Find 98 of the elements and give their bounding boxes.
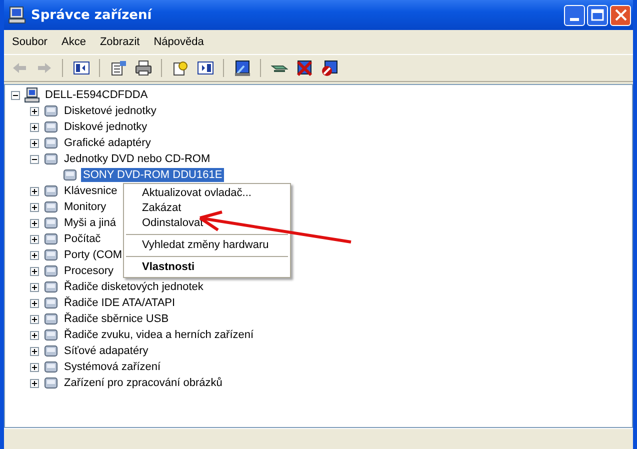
window-title: Správce zařízení <box>31 8 152 22</box>
menu-item[interactable]: Akce <box>55 34 94 50</box>
device-icon <box>43 103 59 119</box>
menu-item[interactable]: Vlastnosti <box>124 260 290 275</box>
plus-icon <box>30 250 39 260</box>
tree-item[interactable]: Grafické adaptéry <box>62 136 153 150</box>
expand-toggle[interactable] <box>30 314 39 324</box>
plus-icon <box>30 298 39 308</box>
expand-toggle[interactable] <box>30 234 39 244</box>
device-icon <box>43 183 59 199</box>
plus-icon <box>30 202 39 212</box>
expand-toggle[interactable] <box>30 106 39 116</box>
expand-toggle[interactable] <box>30 346 39 356</box>
expand-toggle[interactable] <box>30 218 39 228</box>
device-icon <box>43 247 59 263</box>
tree-item[interactable]: Řadiče disketových jednotek <box>62 280 206 294</box>
plus-icon <box>30 266 39 276</box>
device-icon <box>62 167 78 183</box>
minus-icon <box>11 90 20 100</box>
plus-icon <box>30 378 39 388</box>
menu-item[interactable]: Zakázat <box>124 201 290 216</box>
menu-item[interactable]: Soubor <box>6 34 56 50</box>
tree-item[interactable]: Systémová zařízení <box>62 360 163 374</box>
device-icon <box>43 343 59 359</box>
cross-icon <box>296 60 312 76</box>
tree-item[interactable]: Řadiče IDE ATA/ATAPI <box>62 296 178 310</box>
tree-item[interactable]: Klávesnice <box>62 184 120 198</box>
tree-item[interactable]: Počítač <box>62 232 103 246</box>
expand-toggle[interactable] <box>30 138 39 148</box>
maximize-button[interactable] <box>587 4 608 26</box>
tree-item[interactable]: Jednotky DVD nebo CD-ROM <box>62 152 212 166</box>
expand-toggle[interactable] <box>30 282 39 292</box>
tree-item[interactable]: Řadiče sběrnice USB <box>62 312 171 326</box>
expand-toggle[interactable] <box>30 362 39 372</box>
device-icon <box>43 231 59 247</box>
device-icon <box>43 199 59 215</box>
plus-icon <box>30 186 39 196</box>
device-icon <box>43 135 59 151</box>
device-icon <box>43 327 59 343</box>
plus-icon <box>30 218 39 228</box>
tree-item[interactable]: Síťové adapatéry <box>62 344 150 358</box>
plus-icon <box>30 122 39 132</box>
plus-icon <box>30 138 39 148</box>
plus-icon <box>30 314 39 324</box>
device-icon <box>43 119 59 135</box>
minimize-button[interactable] <box>564 4 585 26</box>
tree-item[interactable]: SONY DVD-ROM DDU161E <box>81 168 224 182</box>
collapse-toggle[interactable] <box>30 154 39 164</box>
expand-toggle[interactable] <box>30 266 39 276</box>
minimize-icon <box>570 18 579 20</box>
expand-toggle[interactable] <box>30 330 39 340</box>
plus-icon <box>30 346 39 356</box>
tree-item[interactable]: Řadiče zvuku, videa a herních zařízení <box>62 328 256 342</box>
plus-icon <box>30 106 39 116</box>
tree-item[interactable]: Diskové jednotky <box>62 120 150 134</box>
device-icon <box>43 151 59 167</box>
device-icon <box>43 215 59 231</box>
device-icon <box>43 311 59 327</box>
printer-icon <box>134 60 152 76</box>
device-icon <box>43 279 59 295</box>
device-icon <box>43 359 59 375</box>
maximize-icon <box>591 9 604 21</box>
expand-toggle[interactable] <box>30 122 39 132</box>
panel-icon <box>72 60 90 76</box>
device-icon <box>43 263 59 279</box>
expand-toggle[interactable] <box>30 378 39 388</box>
tree-item[interactable]: Zařízení pro zpracování obrázků <box>62 376 224 390</box>
menu-item[interactable]: Vyhledat změny hardwaru <box>124 238 290 253</box>
close-icon <box>614 9 626 21</box>
expand-toggle[interactable] <box>30 298 39 308</box>
tree-item[interactable]: Disketové jednotky <box>62 104 158 118</box>
tree-item[interactable]: Procesory <box>62 264 116 278</box>
minus-icon <box>30 154 39 164</box>
tree-item[interactable]: Myši a jiná <box>62 216 118 230</box>
device-icon <box>43 375 59 391</box>
tree-item[interactable]: DELL-E594CDFDDA <box>43 88 150 102</box>
properties-icon <box>110 60 126 76</box>
menu-item[interactable]: Odinstalovat <box>124 216 290 231</box>
expand-toggle[interactable] <box>30 202 39 212</box>
computer-icon <box>24 87 40 103</box>
menu-item[interactable]: Aktualizovat ovladač... <box>124 186 290 201</box>
tree-item[interactable]: Porty (COM <box>62 248 124 262</box>
plus-icon <box>30 330 39 340</box>
expand-toggle[interactable] <box>30 250 39 260</box>
menu-item[interactable]: Nápověda <box>148 34 212 50</box>
tree-item[interactable]: Monitory <box>62 200 108 214</box>
plus-icon <box>30 282 39 292</box>
plus-icon <box>30 362 39 372</box>
close-button[interactable] <box>610 4 631 26</box>
menu-item[interactable]: Zobrazit <box>94 34 148 50</box>
block-icon <box>320 60 338 76</box>
expand-toggle[interactable] <box>30 186 39 196</box>
panel-icon <box>196 60 214 76</box>
collapse-toggle[interactable] <box>11 90 20 100</box>
help-icon <box>172 60 188 76</box>
device-icon <box>43 295 59 311</box>
plus-icon <box>30 234 39 244</box>
computer-icon <box>8 6 26 24</box>
